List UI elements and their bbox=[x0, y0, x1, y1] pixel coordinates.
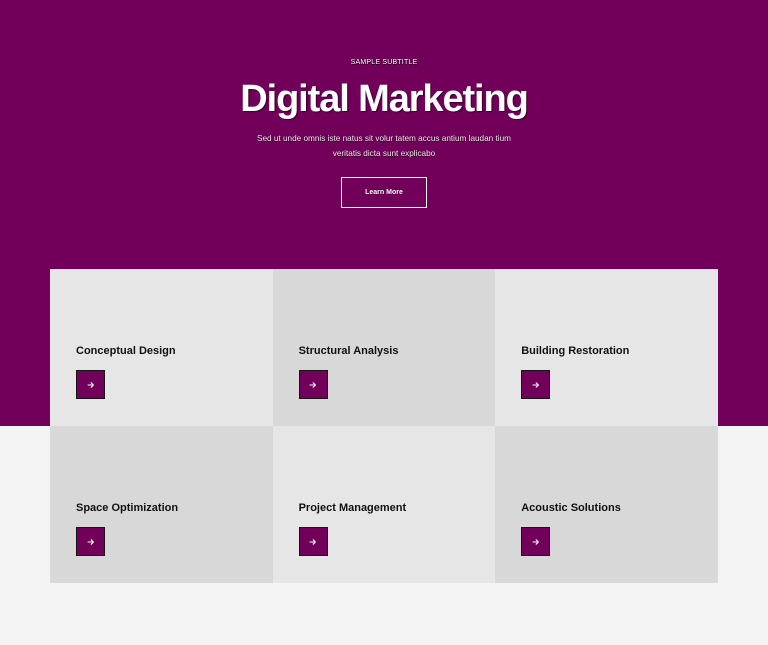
arrow-right-icon bbox=[532, 381, 540, 389]
hero-subtitle: SAMPLE SUBTITLE bbox=[350, 59, 418, 66]
service-card-structural-analysis: Structural Analysis bbox=[272, 269, 496, 426]
hero-description: Sed ut unde omnis iste natus sit volur t… bbox=[257, 134, 511, 158]
learn-more-button[interactable]: Learn More bbox=[341, 177, 427, 208]
service-title: Structural Analysis bbox=[298, 345, 399, 357]
space-optimization-arrow-button[interactable] bbox=[76, 527, 105, 556]
page: SAMPLE SUBTITLE Digital Marketing Sed ut… bbox=[0, 0, 768, 645]
service-card-acoustic-solutions: Acoustic Solutions bbox=[495, 426, 718, 583]
service-card-building-restoration: Building Restoration bbox=[495, 269, 718, 426]
service-title: Building Restoration bbox=[521, 345, 630, 357]
arrow-right-icon bbox=[309, 538, 317, 546]
service-title: Acoustic Solutions bbox=[521, 502, 621, 514]
project-management-arrow-button[interactable] bbox=[298, 527, 328, 556]
service-title: Conceptual Design bbox=[76, 345, 176, 357]
service-card-conceptual-design: Conceptual Design bbox=[50, 269, 273, 426]
service-title: Project Management bbox=[298, 502, 407, 514]
hero-title: Digital Marketing bbox=[240, 78, 529, 120]
service-card-space-optimization: Space Optimization bbox=[50, 426, 273, 583]
services-grid: Conceptual Design Structural Analysis Bu… bbox=[50, 269, 718, 583]
service-card-project-management: Project Management bbox=[272, 426, 496, 583]
acoustic-solutions-arrow-button[interactable] bbox=[521, 527, 551, 556]
building-restoration-arrow-button[interactable] bbox=[521, 370, 551, 399]
arrow-right-icon bbox=[86, 538, 95, 546]
arrow-right-icon bbox=[532, 538, 540, 546]
arrow-right-icon bbox=[309, 381, 317, 389]
structural-analysis-arrow-button[interactable] bbox=[298, 370, 328, 399]
arrow-right-icon bbox=[86, 381, 95, 389]
service-title: Space Optimization bbox=[76, 502, 179, 514]
conceptual-design-arrow-button[interactable] bbox=[76, 370, 105, 399]
